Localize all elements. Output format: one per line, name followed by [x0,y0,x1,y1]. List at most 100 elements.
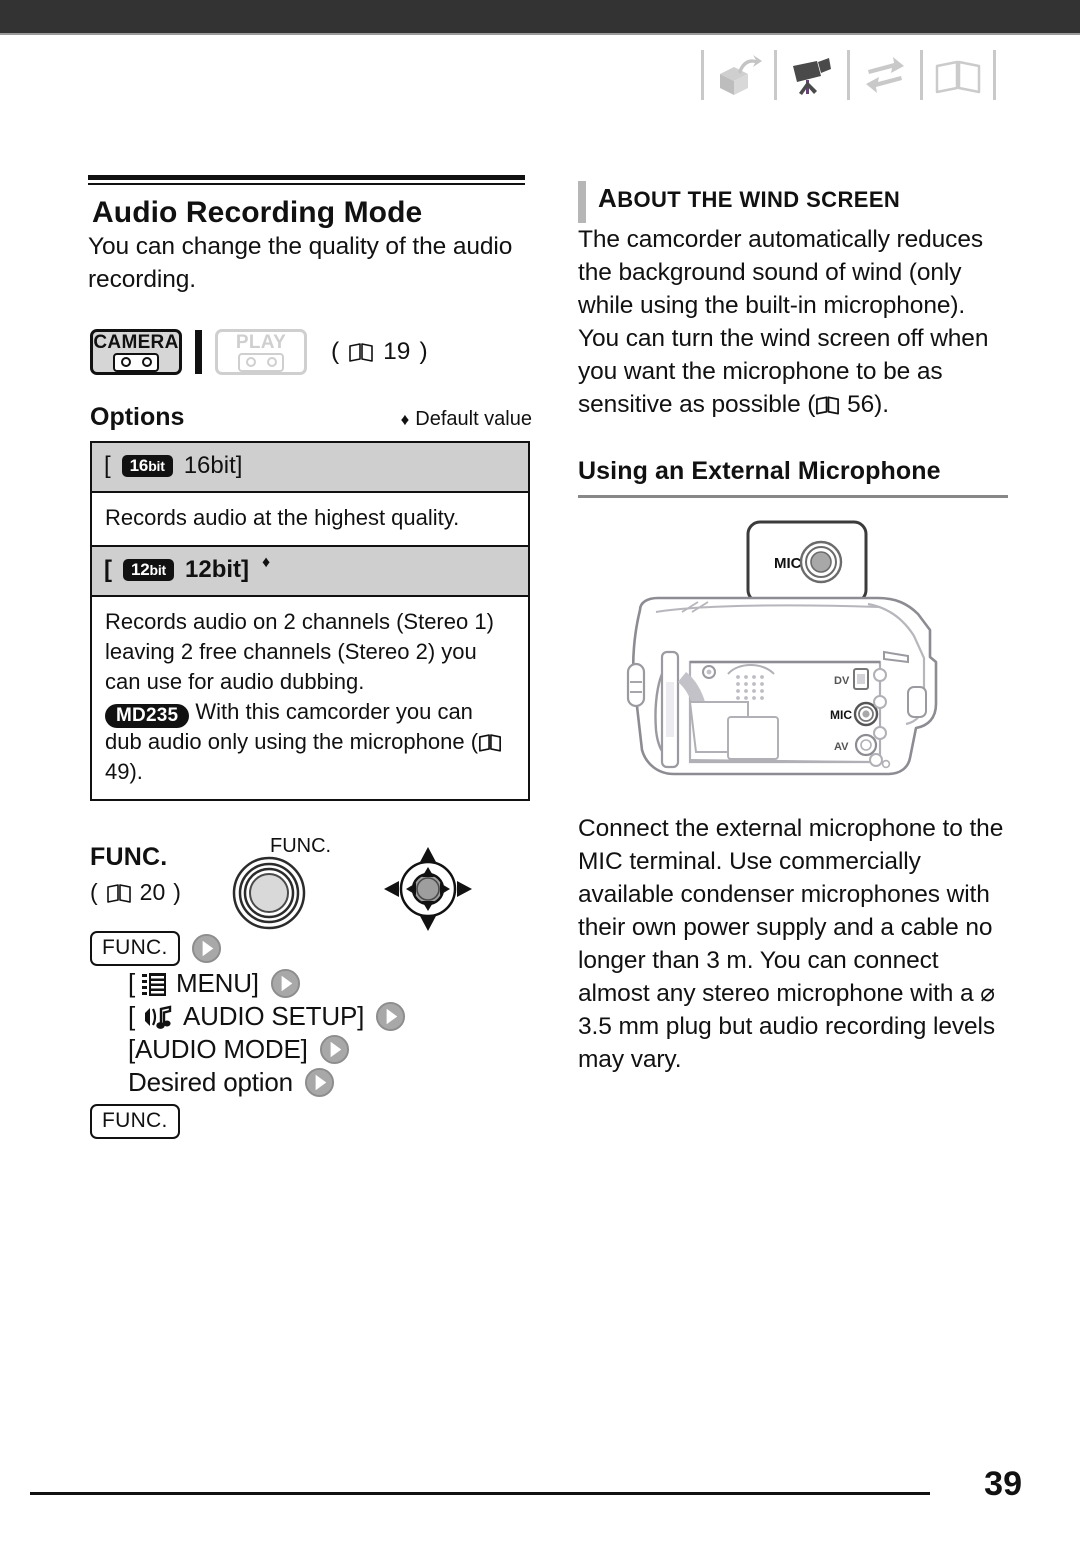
open-book-icon [932,49,984,101]
callout-mic-label: MIC [774,555,802,572]
option-row-16bit-header: [ 16 bit 16bit] [92,443,528,493]
paren-open: ( [90,879,98,905]
next-arrow-icon [376,1001,406,1032]
next-arrow-icon [191,933,221,964]
option-desc-12bit: Records audio on 2 channels (Stereo 1) l… [92,597,528,799]
joystick-icon [380,845,476,938]
func-step-5: Desired option [128,1067,530,1098]
transfer-arrows-icon [859,49,911,101]
play-mode-label: PLAY [235,331,287,353]
book-ref-icon [479,734,502,752]
audio-note-icon [145,1005,172,1029]
tape-icon [113,352,159,372]
next-arrow-icon [304,1067,334,1098]
divider [847,50,850,100]
book-ref-icon [816,396,840,415]
bracket-open: [ [128,968,136,998]
option-name-16bit: 16bit] [183,452,243,479]
play-mode-badge: PLAY [215,329,307,375]
note-title-initial: A [598,183,618,213]
option-desc-16bit: Records audio at the highest quality. [92,493,528,545]
dv-terminal-label: DV [834,675,850,687]
av-terminal-label: AV [834,741,849,753]
note-title: ABOUT THE WIND SCREEN [598,180,900,214]
option-row-12bit-header: [ 12 bit 12bit] ♦ [92,545,528,597]
note-accent-bar [578,181,586,223]
title-rule-thick [88,175,525,180]
note-title-rest: BOUT THE WIND SCREEN [617,187,901,212]
options-table: [ 16 bit 16bit] Records audio at the high… [90,441,530,801]
page-title: Audio Recording Mode [92,196,423,229]
desc-suffix: ). [129,759,143,784]
bracket-open: [ [128,1001,136,1031]
func-step-4: [AUDIO MODE] [128,1034,530,1065]
func-procedure-block: FUNC. ( 20 ) FUNC. FUNC. [MENU] [AUDIO… [90,835,530,1139]
option-desc-12bit-text: Records audio on 2 channels (Stereo 1) l… [105,609,494,694]
func-step-list: FUNC. [MENU] [AUDIO SETUP] [AUDIO MODE… [90,931,530,1141]
default-value-label: Default value [415,408,532,430]
wind-screen-text: The camcorder automatically reduces the … [578,226,989,418]
book-ref-icon [106,883,131,903]
divider [701,50,704,100]
divider [920,50,923,100]
manual-page: Audio Recording Mode You can change the … [0,0,1080,1560]
paren-close: ) [419,338,428,365]
mode-badges: CAMERA PLAY ( 19 ) [90,329,533,375]
page-number-ref-56: 56 [847,391,875,418]
next-arrow-icon [319,1034,349,1065]
title-rule-thin [88,183,525,185]
page-number-ref-20: 20 [139,879,166,905]
page-number: 39 [984,1465,1022,1503]
camera-mode-badge: CAMERA [90,329,182,375]
top-rule [0,33,1080,35]
camcorder-figure: MIC DV MIC AV [578,512,1008,812]
section-subtitle: Using an External Microphone [578,457,941,485]
divider [993,50,996,100]
func-dial-icon [231,855,307,936]
subtitle-rule [578,495,1008,498]
paren-open: ( [331,338,340,365]
wind-screen-paragraph: The camcorder automatically reduces the … [578,223,1008,421]
menu-icon [142,972,167,996]
option-name-12bit: 12bit] [185,556,250,583]
func-step-3: [ AUDIO SETUP] [128,1001,530,1032]
options-label: Options [90,403,185,431]
mic-terminal-label: MIC [830,708,852,722]
options-header: Options ♦ Default value [90,403,532,432]
func-step-1: FUNC. [90,931,530,966]
func-button-close[interactable]: FUNC. [90,1104,180,1139]
func-step-2: [ MENU] [128,968,530,999]
12bit-badge-icon: 12 bit [123,559,175,581]
camcorder-icon [786,49,838,101]
mode-divider [195,330,202,374]
audio-mode-step-label: [AUDIO MODE] [128,1034,308,1064]
unpacking-icon [713,49,765,101]
page-number-ref-49: 49 [105,759,130,784]
func-page-reference: ( 20 ) [90,879,181,906]
default-diamond-marker: ♦ [262,554,271,571]
bracket-open: [ [104,452,111,479]
16bit-badge-icon: 16 bit [121,455,173,477]
header-icon-strip [692,44,1005,106]
wind-screen-note-header: ABOUT THE WIND SCREEN [578,180,1010,223]
camera-mode-label: CAMERA [93,331,179,353]
menu-step-label: MENU] [176,968,259,998]
default-value-note: ♦ Default value [401,408,532,431]
audio-setup-step-label: AUDIO SETUP] [183,1001,365,1031]
top-black-bar [0,0,1080,33]
right-column: ABOUT THE WIND SCREEN The camcorder auto… [578,180,1010,1076]
desired-option-step-label: Desired option [128,1067,293,1097]
func-heading: FUNC. [90,843,168,871]
md235-model-badge: MD235 [105,704,190,728]
func-button[interactable]: FUNC. [90,931,180,966]
bracket-open: [ [104,556,112,583]
page-reference-19: ( 19 ) [331,338,428,366]
intro-paragraph: You can change the quality of the audio … [88,233,513,293]
next-arrow-icon [270,968,300,999]
page-number-ref: 19 [383,338,411,365]
func-step-6: FUNC. [90,1104,530,1139]
left-column: Audio Recording Mode You can change the … [88,175,533,1139]
footer-rule [30,1492,930,1495]
default-diamond-marker: ♦ [400,410,410,429]
paren-close: ) [173,879,181,905]
